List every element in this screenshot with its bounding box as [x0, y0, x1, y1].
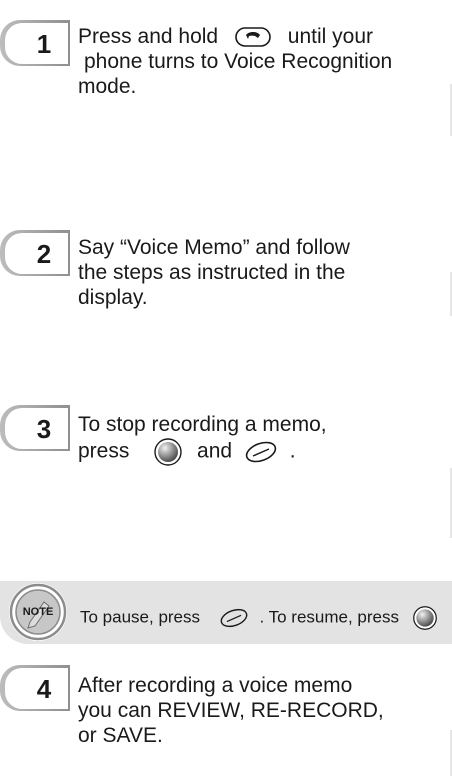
- step-4-text-line3: or SAVE.: [78, 724, 163, 747]
- note-text: To pause, press . To resume, press: [80, 605, 438, 631]
- step-2-text-line2: the steps as instructed in the: [78, 261, 346, 284]
- step-2-text-line1: Say “Voice Memo” and follow: [78, 236, 350, 259]
- step-3-text: To stop recording a memo, press and .: [78, 412, 450, 467]
- note-badge-icon: NOTE: [9, 583, 67, 641]
- step-3: 3 To stop recording a memo, press and .: [0, 405, 452, 485]
- note-badge-label: NOTE: [23, 606, 54, 618]
- soft-key-icon: [245, 441, 277, 463]
- soft-key-icon: [220, 608, 248, 628]
- step-2-text: Say “Voice Memo” and follow the steps as…: [78, 235, 450, 310]
- ok-center-key-icon: [154, 438, 182, 466]
- note-text-before: To pause, press: [80, 607, 201, 627]
- step-4-badge-icon: 4: [0, 665, 70, 711]
- step-3-text-line2-before: press: [78, 439, 130, 463]
- step-3-text-line2-mid: and: [197, 439, 233, 463]
- step-2: 2 Say “Voice Memo” and follow the steps …: [0, 230, 452, 330]
- step-3-badge-icon: 3: [0, 405, 70, 451]
- note-text-mid: . To resume, press: [259, 607, 400, 627]
- step-1-text-line3: mode.: [78, 75, 137, 98]
- step-1-text-line1-before: Press and hold: [78, 25, 219, 48]
- step-1: 1 Press and hold until your phone turns …: [0, 20, 452, 120]
- end-call-key-icon: [235, 27, 271, 48]
- step-4-number: 4: [37, 674, 52, 704]
- step-4-text: After recording a voice memo you can REV…: [78, 673, 450, 748]
- step-1-badge-icon: 1: [0, 20, 70, 66]
- step-3-number: 3: [37, 414, 51, 444]
- step-1-text: Press and hold until your phone turns to…: [78, 24, 450, 99]
- step-2-text-line3: display.: [78, 286, 148, 309]
- step-1-text-line1-after: until your: [287, 25, 373, 48]
- step-2-badge-icon: 2: [0, 230, 70, 276]
- step-4-text-line2: you can REVIEW, RE-RECORD,: [78, 699, 384, 722]
- step-3-text-line1: To stop recording a memo,: [78, 413, 327, 436]
- step-4-text-line1: After recording a voice memo: [78, 674, 353, 697]
- ok-center-key-icon: [412, 606, 437, 630]
- step-3-text-line2-after: .: [289, 439, 296, 463]
- step-4: 4 After recording a voice memo you can R…: [0, 665, 452, 775]
- step-1-number: 1: [37, 29, 51, 59]
- step-2-number: 2: [37, 239, 51, 269]
- step-1-text-line2: phone turns to Voice Recognition: [84, 50, 393, 73]
